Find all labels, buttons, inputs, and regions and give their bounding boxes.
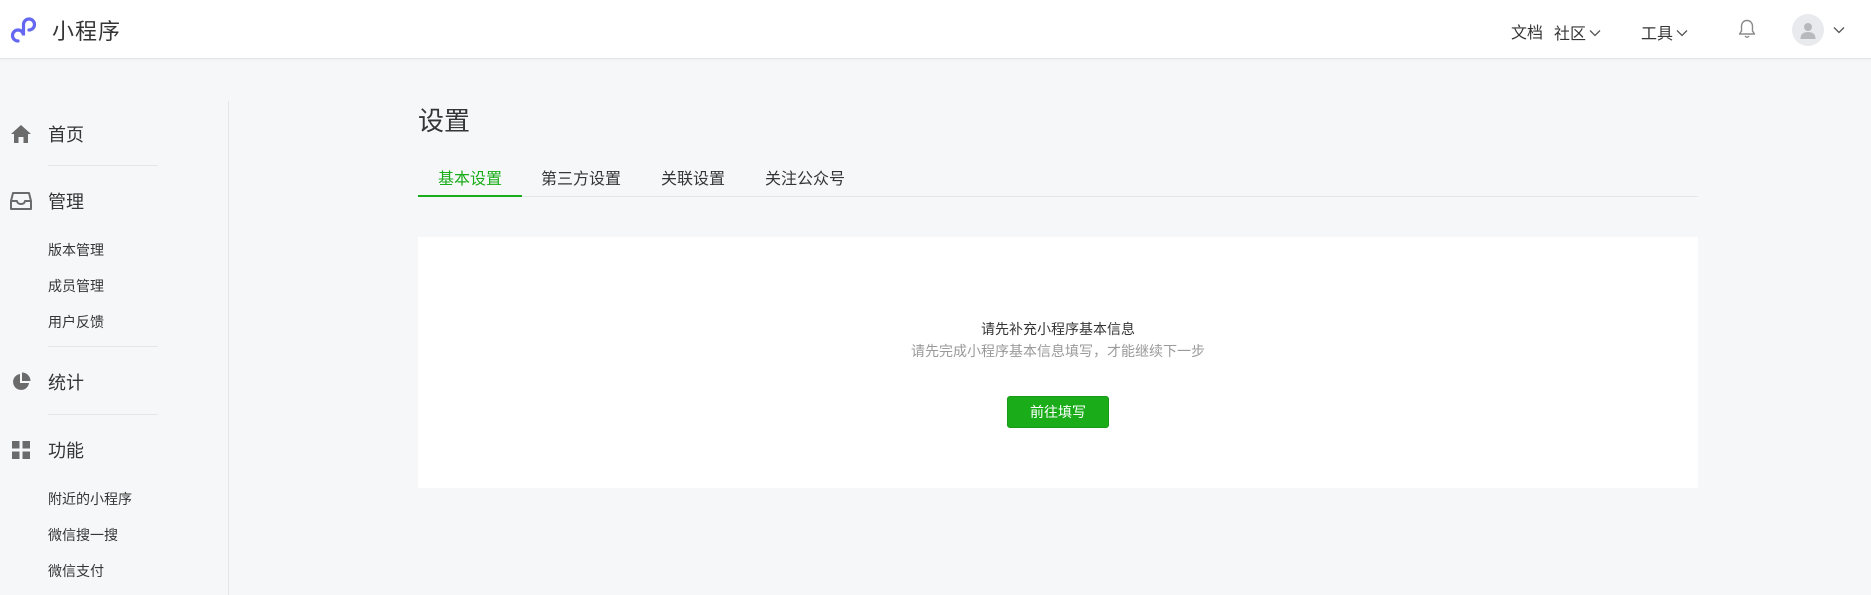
nav-docs-link[interactable]: 文档 (1511, 19, 1543, 43)
nav-tools-dropdown[interactable]: 工具 (1641, 20, 1688, 44)
chevron-down-icon (1676, 30, 1688, 37)
logo[interactable]: 小程序 (10, 13, 121, 47)
nav-tools-label: 工具 (1641, 24, 1674, 43)
inbox-icon (10, 190, 32, 212)
sidebar-subitem-nearby[interactable]: 附近的小程序 (48, 489, 132, 509)
app-name: 小程序 (52, 20, 122, 45)
sidebar-border (228, 101, 229, 595)
sidebar-item-manage[interactable]: 管理 (10, 188, 84, 214)
chevron-down-icon[interactable] (1833, 26, 1845, 34)
settings-tabs: 基本设置 第三方设置 关联设置 关注公众号 (418, 162, 1698, 197)
card-description: 请先完成小程序基本信息填写，才能继续下一步 (911, 344, 1205, 360)
tab-label: 关注公众号 (765, 169, 846, 188)
sidebar-divider (48, 346, 158, 347)
sidebar-subitem-feedback[interactable]: 用户反馈 (48, 312, 104, 332)
grid-icon (10, 439, 32, 461)
tab-label: 关联设置 (661, 169, 726, 188)
card-title: 请先补充小程序基本信息 (981, 322, 1135, 338)
sidebar-item-label: 功能 (48, 441, 84, 462)
tab-follow-official-account[interactable]: 关注公众号 (765, 162, 845, 197)
pie-chart-icon (10, 371, 32, 393)
sidebar-divider (48, 414, 158, 415)
sidebar-item-label: 首页 (48, 125, 84, 146)
sidebar-subitem-members[interactable]: 成员管理 (48, 276, 104, 296)
tab-label: 第三方设置 (541, 169, 622, 188)
user-silhouette-icon (1800, 23, 1816, 39)
mini-program-logo-icon (10, 17, 37, 43)
top-header: 小程序 文档 社区 工具 (0, 0, 1871, 59)
sidebar-item-stats[interactable]: 统计 (10, 369, 84, 395)
tab-label: 基本设置 (437, 169, 502, 188)
nav-docs-label: 文档 (1511, 23, 1544, 42)
sidebar-item-label: 统计 (48, 373, 84, 394)
sidebar-divider (48, 165, 158, 166)
sidebar-item-home[interactable]: 首页 (10, 121, 84, 147)
home-icon (10, 123, 32, 145)
sidebar-item-label: 管理 (48, 192, 84, 213)
sidebar-item-features[interactable]: 功能 (10, 437, 84, 463)
info-card: 请先补充小程序基本信息 请先完成小程序基本信息填写，才能继续下一步 前往填写 (418, 237, 1698, 488)
go-fill-button[interactable]: 前往填写 (1007, 396, 1109, 428)
user-avatar-icon[interactable] (1792, 14, 1824, 46)
nav-community-dropdown[interactable]: 社区 (1554, 20, 1601, 44)
tab-basic-settings[interactable]: 基本设置 (418, 162, 522, 197)
chevron-down-icon (1589, 30, 1601, 37)
nav-community-label: 社区 (1554, 24, 1587, 43)
sidebar-subitem-search[interactable]: 微信搜一搜 (48, 525, 118, 545)
tab-third-party-settings[interactable]: 第三方设置 (541, 162, 621, 197)
bell-icon[interactable] (1737, 18, 1757, 40)
page-title: 设置 (418, 107, 471, 137)
tab-linked-settings[interactable]: 关联设置 (661, 162, 725, 197)
sidebar-subitem-version[interactable]: 版本管理 (48, 240, 104, 260)
sidebar-subitem-pay[interactable]: 微信支付 (48, 561, 104, 581)
